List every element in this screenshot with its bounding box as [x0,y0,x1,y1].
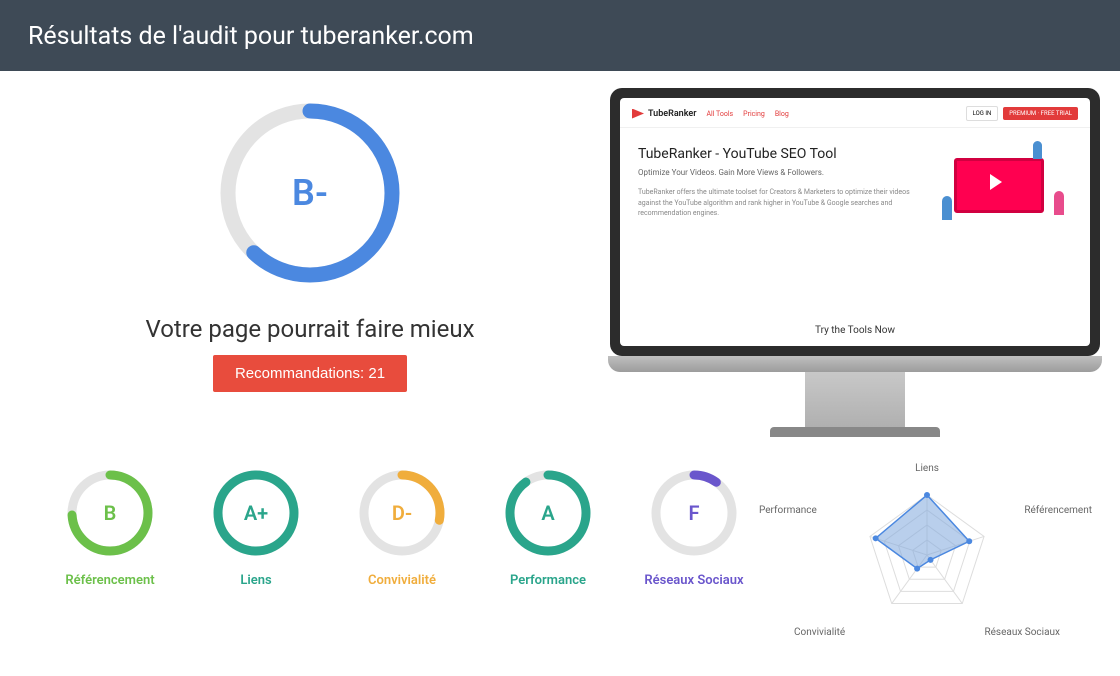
preview-body: TubeRanker - YouTube SEO Tool Optimize Y… [620,128,1090,315]
monitor-foot [770,427,940,437]
preview-nav: All Tools Pricing Blog [706,110,788,118]
preview-subtitle: Optimize Your Videos. Gain More Views & … [638,168,922,177]
summary-panel: B- Votre page pourrait faire mieux Recom… [30,83,590,437]
category-grade: B [64,467,156,559]
play-icon [632,109,644,119]
category-convivialité[interactable]: D- Convivialité [332,467,472,588]
preview-illustration [932,146,1072,297]
category-label: Référencement [65,573,154,588]
category-ring: A [502,467,594,559]
category-performance[interactable]: A Performance [478,467,618,588]
radar-chart: Liens Référencement Réseaux Sociaux Conv… [774,467,1080,642]
category-ring: B [64,467,156,559]
category-label: Performance [510,573,586,588]
radar-axis-label: Réseaux Sociaux [984,627,1060,638]
overall-grade-ring: B- [210,93,410,293]
category-label: Liens [240,573,271,588]
category-liens[interactable]: A+ Liens [186,467,326,588]
category-ring: F [648,467,740,559]
radar-axis-label: Convivialité [794,627,845,638]
preview-panel: TubeRanker All Tools Pricing Blog LOG IN… [610,83,1100,437]
radar-axis-label: Performance [759,505,817,516]
category-grade: A [502,467,594,559]
category-référencement[interactable]: B Référencement [40,467,180,588]
category-grade: F [648,467,740,559]
overall-grade-value: B- [210,93,410,293]
person-icon [1054,191,1064,215]
category-grade: D- [356,467,448,559]
preview-logo: TubeRanker [632,109,696,119]
play-icon [990,174,1002,190]
person-icon [1033,141,1042,159]
monitor-frame: TubeRanker All Tools Pricing Blog LOG IN… [610,88,1100,356]
category-row: B Référencement A+ Liens D- Convivialité [0,437,1120,642]
category-ring: D- [356,467,448,559]
preview-header-buttons: LOG IN PREMIUM · FREE TRIAL [966,106,1078,121]
preview-nav-item: All Tools [706,110,733,118]
main-section: B- Votre page pourrait faire mieux Recom… [0,71,1120,437]
category-label: Convivialité [368,573,436,588]
preview-nav-item: Blog [775,110,789,118]
page-title: Résultats de l'audit pour tuberanker.com [28,22,474,51]
category-grade: A+ [210,467,302,559]
preview-trial-button: PREMIUM · FREE TRIAL [1003,107,1078,120]
preview-screen: TubeRanker All Tools Pricing Blog LOG IN… [620,98,1090,346]
preview-title: TubeRanker - YouTube SEO Tool [638,146,922,162]
summary-tagline: Votre page pourrait faire mieux [145,315,474,343]
preview-text: TubeRanker - YouTube SEO Tool Optimize Y… [638,146,922,297]
category-réseaux-sociaux[interactable]: F Réseaux Sociaux [624,467,764,588]
person-icon [942,196,952,220]
category-ring: A+ [210,467,302,559]
radar-svg [827,475,1027,635]
page-header: Résultats de l'audit pour tuberanker.com [0,0,1120,71]
preview-login-button: LOG IN [966,106,999,121]
preview-monitor: TubeRanker All Tools Pricing Blog LOG IN… [610,88,1100,437]
category-label: Réseaux Sociaux [644,573,743,588]
recommendations-button[interactable]: Recommandations: 21 [213,355,407,392]
monitor-stand [805,372,905,427]
preview-logo-text: TubeRanker [648,109,696,119]
preview-description: TubeRanker offers the ultimate toolset f… [638,187,922,219]
preview-nav-item: Pricing [743,110,765,118]
radar-axis-label: Référencement [1024,505,1092,516]
monitor-base [608,356,1102,372]
radar-axis-label: Liens [915,463,939,474]
preview-header: TubeRanker All Tools Pricing Blog LOG IN… [620,98,1090,128]
preview-cta: Try the Tools Now [620,315,1090,346]
